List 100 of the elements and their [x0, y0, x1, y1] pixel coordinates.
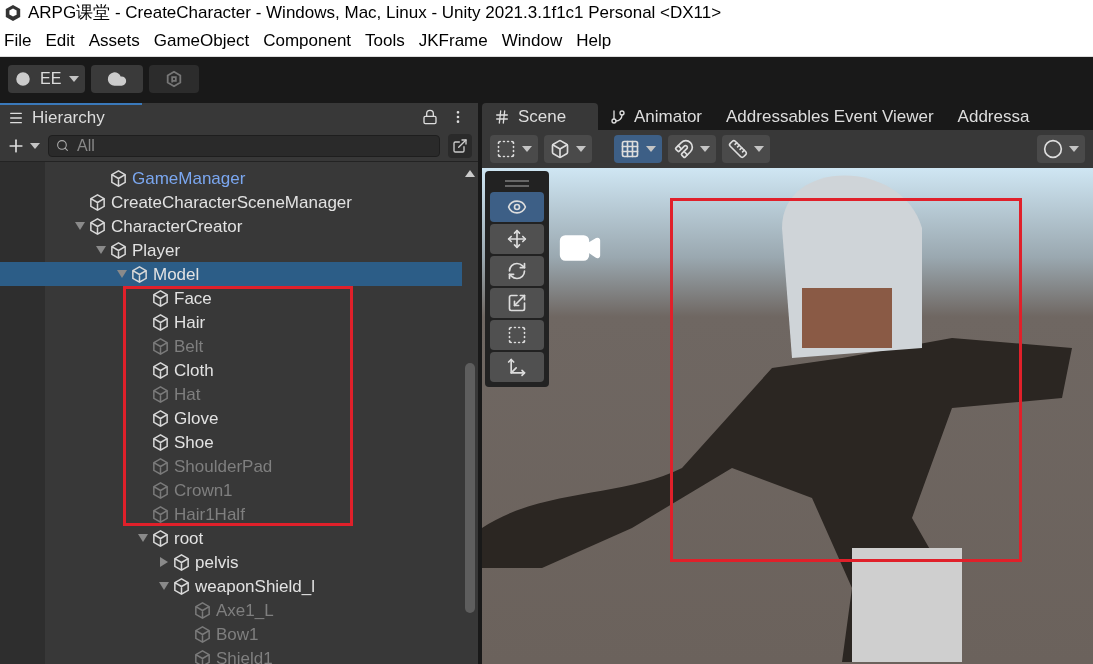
rotate-icon — [507, 261, 527, 281]
hierarchy-item[interactable]: CharacterCreator — [72, 214, 243, 238]
hierarchy-item[interactable]: root — [135, 526, 204, 550]
hierarchy-item[interactable]: Shoe — [135, 430, 214, 454]
scale-tool[interactable] — [490, 288, 544, 318]
rect-icon — [496, 139, 516, 159]
item-label: weaponShield_l — [195, 577, 316, 595]
ruler-tool-button[interactable] — [722, 135, 770, 163]
hierarchy-item[interactable]: Cloth — [135, 358, 214, 382]
menu-item[interactable]: Tools — [365, 28, 405, 54]
item-label: Face — [174, 289, 212, 307]
rect-tool[interactable] — [490, 320, 544, 350]
cloud-button[interactable] — [91, 64, 144, 93]
shading-button[interactable] — [1037, 135, 1085, 163]
cube-icon — [193, 648, 212, 664]
expanded-arrow-icon[interactable] — [75, 221, 85, 231]
menu-item[interactable]: GameObject — [153, 28, 250, 54]
search-icon — [56, 138, 69, 152]
item-label: Hat — [174, 385, 201, 403]
menu-item[interactable]: Assets — [88, 28, 140, 54]
caret-icon — [576, 146, 586, 152]
hierarchy-item[interactable]: Player — [93, 238, 181, 262]
rect-icon — [507, 325, 527, 345]
lock-icon[interactable] — [422, 108, 438, 125]
cube-icon — [151, 480, 170, 500]
transform-tool[interactable] — [490, 352, 544, 382]
item-label: Shield1 — [216, 649, 273, 664]
hierarchy-item[interactable]: Hair — [135, 310, 206, 334]
item-label: Shoe — [174, 433, 214, 451]
menu-item[interactable]: Window — [501, 28, 563, 54]
hierarchy-item[interactable]: Model — [0, 262, 462, 286]
collapsed-arrow-icon[interactable] — [159, 557, 169, 567]
rotate-tool[interactable] — [490, 256, 544, 286]
hexagon-icon — [165, 69, 184, 88]
caret-icon — [1069, 146, 1079, 152]
cube-icon — [151, 456, 170, 476]
hierarchy-tab[interactable]: Hierarchy — [0, 103, 142, 130]
cube-icon — [151, 528, 170, 548]
item-label: Player — [132, 241, 181, 259]
scene-tab[interactable]: Animator — [598, 103, 715, 130]
caret-icon — [646, 146, 656, 152]
cube-icon — [193, 624, 212, 644]
expanded-arrow-icon[interactable] — [138, 533, 148, 543]
cube-icon — [151, 288, 170, 308]
cube-icon — [88, 192, 107, 212]
snap-icon — [674, 139, 694, 159]
item-label: CreateCharacterSceneManager — [111, 193, 352, 211]
hierarchy-item[interactable]: CreateCharacterSceneManager — [72, 190, 352, 214]
view-tool[interactable] — [490, 192, 544, 222]
item-label: Hair — [174, 313, 206, 331]
scene-tab[interactable]: Addressables Event Viewer — [714, 103, 946, 130]
cube-icon — [172, 576, 191, 596]
item-label: Glove — [174, 409, 219, 427]
item-label: Crown1 — [174, 481, 233, 499]
search-field[interactable]: All — [48, 134, 440, 157]
hierarchy-item[interactable]: Glove — [135, 406, 219, 430]
scene-view-button[interactable] — [448, 133, 472, 158]
cube-icon — [109, 240, 128, 260]
item-label: CharacterCreator — [111, 217, 243, 235]
grid-icon — [620, 139, 640, 159]
caret-icon — [30, 142, 40, 149]
menu-item[interactable]: File — [4, 28, 32, 54]
move-tool[interactable] — [490, 224, 544, 254]
menu-item[interactable]: Edit — [45, 28, 75, 54]
menu-item[interactable]: JKFrame — [418, 28, 488, 54]
item-label: GameManager — [132, 169, 246, 187]
cube-icon — [151, 312, 170, 332]
view-icon — [507, 197, 527, 217]
menu-item[interactable]: Component — [263, 28, 352, 54]
cube-tool-button[interactable] — [544, 135, 592, 163]
scene-tab[interactable]: Addressa — [945, 103, 1042, 130]
item-label: pelvis — [195, 553, 239, 571]
grid-icon — [494, 108, 510, 125]
cube-icon — [172, 552, 191, 572]
expanded-arrow-icon[interactable] — [159, 581, 169, 591]
snap-tool-button[interactable] — [668, 135, 716, 163]
cube-icon — [550, 139, 570, 159]
item-label: Cloth — [174, 361, 214, 379]
hierarchy-item[interactable]: Face — [135, 286, 212, 310]
rect-tool-button[interactable] — [490, 135, 538, 163]
scene-tab[interactable]: Scene — [482, 103, 598, 130]
account-button[interactable]: EE — [8, 64, 86, 93]
hierarchy-item[interactable]: weaponShield_l — [156, 574, 316, 598]
ruler-icon — [728, 139, 748, 159]
item-label: Model — [153, 265, 200, 283]
caret-icon — [754, 146, 764, 152]
grid-tool-button[interactable] — [614, 135, 662, 163]
caret-icon — [700, 146, 710, 152]
hierarchy-item[interactable]: GameManager — [93, 166, 246, 190]
cube-icon — [151, 360, 170, 380]
item-label: Bow1 — [216, 625, 259, 643]
hierarchy-item[interactable]: pelvis — [156, 550, 239, 574]
expanded-arrow-icon[interactable] — [96, 245, 106, 255]
window-icon — [452, 137, 468, 154]
scale-icon — [507, 293, 527, 313]
item-label: Axe1_L — [216, 601, 274, 619]
menu-item[interactable]: Help — [576, 28, 612, 54]
scroll-up-arrow-icon[interactable] — [465, 170, 475, 177]
cube-icon — [151, 432, 170, 452]
collab-button[interactable] — [149, 64, 200, 93]
